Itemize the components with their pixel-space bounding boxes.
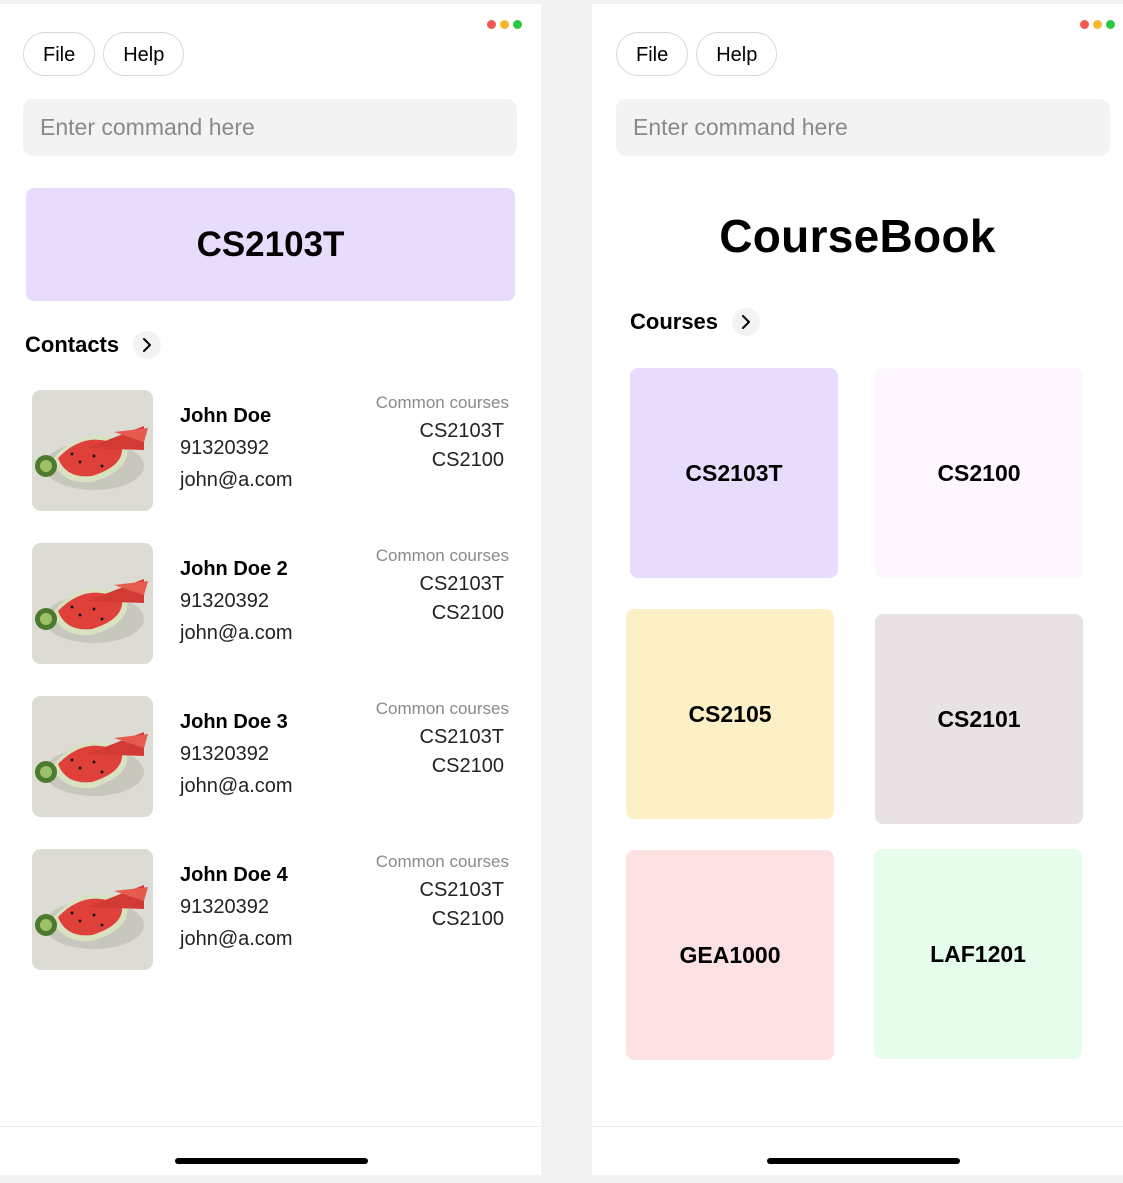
contacts-window: File Help Enter command here CS2103T Con… xyxy=(0,4,541,1175)
maximize-window-button[interactable] xyxy=(513,20,522,29)
courses-heading[interactable]: Courses xyxy=(630,308,761,336)
contact-card[interactable]: John Doe 2 91320392 john@a.com Common co… xyxy=(32,543,512,665)
contact-name: John Doe 3 xyxy=(180,711,288,733)
contact-name: John Doe 2 xyxy=(180,558,288,580)
common-course: CS2103T xyxy=(419,726,505,748)
contact-email: john@a.com xyxy=(180,775,293,797)
help-menu-button[interactable]: Help xyxy=(696,32,778,76)
course-tile[interactable]: CS2100 xyxy=(875,368,1083,578)
contact-name: John Doe xyxy=(180,405,272,427)
menu-bar: File Help xyxy=(23,32,185,76)
course-tile[interactable]: CS2103T xyxy=(630,368,838,578)
close-window-button[interactable] xyxy=(1080,20,1089,29)
contact-name: John Doe 4 xyxy=(180,864,288,886)
contact-phone: 91320392 xyxy=(180,590,269,612)
contacts-heading[interactable]: Contacts xyxy=(25,331,162,359)
contact-email: john@a.com xyxy=(180,622,293,644)
home-indicator[interactable] xyxy=(175,1158,368,1164)
home-indicator-area xyxy=(0,1126,541,1175)
contact-phone: 91320392 xyxy=(180,743,269,765)
file-menu-button[interactable]: File xyxy=(23,32,96,76)
minimize-window-button[interactable] xyxy=(500,20,509,29)
app-title: CourseBook xyxy=(719,210,996,262)
common-course: CS2100 xyxy=(431,908,504,930)
home-indicator[interactable] xyxy=(767,1158,960,1164)
chevron-right-icon[interactable] xyxy=(732,308,761,336)
common-courses-label: Common courses xyxy=(375,699,509,718)
contacts-heading-label: Contacts xyxy=(25,332,120,357)
course-tile[interactable]: CS2105 xyxy=(626,609,834,819)
common-courses-label: Common courses xyxy=(375,852,509,871)
contact-phone: 91320392 xyxy=(180,896,269,918)
common-course: CS2100 xyxy=(431,602,504,624)
file-menu-button[interactable]: File xyxy=(616,32,689,76)
contact-card[interactable]: John Doe 91320392 john@a.com Common cour… xyxy=(32,390,512,512)
course-tile[interactable]: LAF1201 xyxy=(874,849,1082,1059)
contact-card[interactable]: John Doe 4 91320392 john@a.com Common co… xyxy=(32,849,512,971)
common-course: CS2100 xyxy=(431,755,504,777)
coursebook-window: File Help Enter command here CourseBook … xyxy=(592,4,1123,1175)
common-courses-label: Common courses xyxy=(375,546,509,565)
watermelon-avatar xyxy=(32,543,153,664)
contact-email: john@a.com xyxy=(180,469,293,491)
common-courses-label: Common courses xyxy=(375,393,509,412)
command-input[interactable]: Enter command here xyxy=(23,99,517,156)
watermelon-avatar xyxy=(32,849,153,970)
window-controls xyxy=(1080,20,1115,29)
chevron-right-icon[interactable] xyxy=(133,331,162,359)
watermelon-avatar xyxy=(32,390,153,511)
common-course: CS2103T xyxy=(419,879,505,901)
contact-phone: 91320392 xyxy=(180,437,269,459)
window-controls xyxy=(487,20,522,29)
command-input[interactable]: Enter command here xyxy=(616,99,1110,156)
home-indicator-area xyxy=(592,1126,1123,1175)
common-course: CS2103T xyxy=(419,573,505,595)
common-course: CS2100 xyxy=(431,449,504,471)
course-tile[interactable]: GEA1000 xyxy=(626,850,834,1060)
contact-card[interactable]: John Doe 3 91320392 john@a.com Common co… xyxy=(32,696,512,818)
contact-email: john@a.com xyxy=(180,928,293,950)
watermelon-avatar xyxy=(32,696,153,817)
common-course: CS2103T xyxy=(419,420,505,442)
courses-heading-label: Courses xyxy=(630,309,719,334)
course-tile[interactable]: CS2101 xyxy=(875,614,1083,824)
help-menu-button[interactable]: Help xyxy=(103,32,185,76)
close-window-button[interactable] xyxy=(487,20,496,29)
selected-course-banner[interactable]: CS2103T xyxy=(26,188,515,301)
menu-bar: File Help xyxy=(616,32,778,76)
minimize-window-button[interactable] xyxy=(1093,20,1102,29)
maximize-window-button[interactable] xyxy=(1106,20,1115,29)
